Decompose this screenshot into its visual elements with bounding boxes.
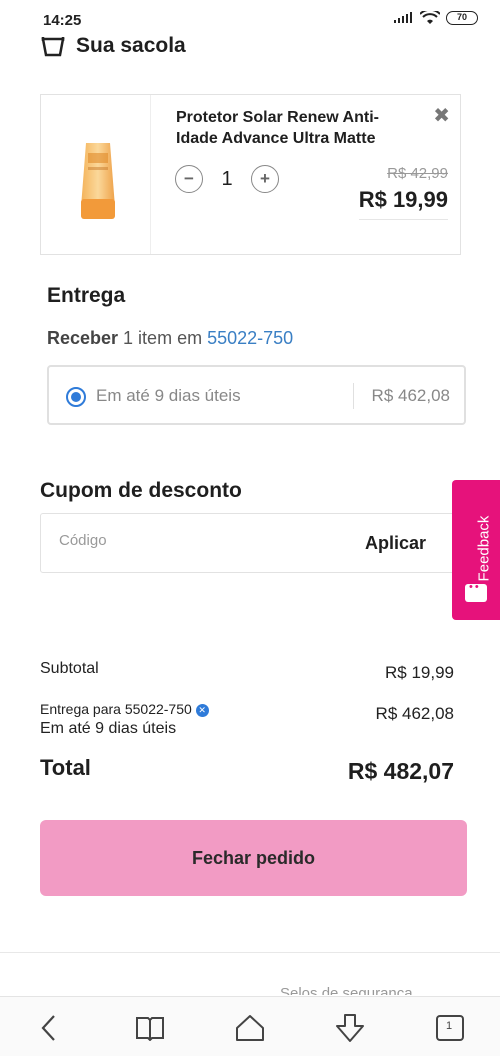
signal-icon [394,12,412,23]
shipping-eta: Em até 9 dias úteis [40,720,177,737]
shipping-label: Entrega para 55022-750 [40,701,192,717]
feedback-face-icon [465,581,487,602]
page-title: Sua sacola [76,34,186,57]
option-divider [353,383,354,409]
cart-item-card: Protetor Solar Renew Anti-Idade Advance … [40,94,461,255]
quantity-stepper: − 1 + [175,165,279,193]
subtotal-value: R$ 19,99 [385,663,454,682]
page-header: Sua sacola [40,34,186,58]
clear-zip-icon[interactable]: ✕ [195,703,209,717]
shipping-value: R$ 462,08 [375,704,454,723]
feedback-tab[interactable]: Feedback [452,480,500,620]
security-seals-heading: Selos de segurança [280,985,413,995]
coupon-code-input[interactable] [59,532,309,549]
delivery-option-label: Em até 9 dias úteis [96,386,241,405]
wifi-icon [420,11,440,24]
tabs-count: 1 [446,1020,453,1032]
battery-icon: 70 [446,11,478,25]
shipping-label-row: Entrega para 55022-750 ✕ [40,701,209,717]
old-price: R$ 42,99 [387,165,448,182]
shopping-bag-icon [41,37,65,57]
tabs-icon[interactable]: 1 [433,1011,467,1045]
product-image[interactable] [41,95,151,254]
checkout-button[interactable]: Fechar pedido [40,820,467,896]
delivery-option-radio[interactable] [66,387,86,407]
total-label: Total [40,755,91,780]
decrease-quantity-button[interactable]: − [175,165,203,193]
download-icon[interactable] [333,1011,367,1045]
feedback-label: Feedback [475,515,493,582]
coupon-box: Aplicar [40,513,461,573]
delivery-option-price: R$ 462,08 [371,386,450,405]
current-price: R$ 19,99 [358,187,448,220]
back-icon[interactable] [32,1011,66,1045]
footer-divider [0,952,500,953]
total-value: R$ 482,07 [347,758,454,784]
receive-label: Receber [47,328,119,348]
status-icons: 70 [394,11,478,25]
status-time: 14:25 [43,12,82,29]
product-name[interactable]: Protetor Solar Renew Anti-Idade Advance … [176,107,406,149]
bookmarks-icon[interactable] [133,1011,167,1045]
coupon-title: Cupom de desconto [40,479,242,502]
remove-item-icon[interactable]: ✖ [433,103,450,128]
delivery-zip-link[interactable]: 55022-750 [207,328,293,348]
quantity-value: 1 [221,167,233,190]
receive-text: 1 item em [118,328,208,348]
delivery-receive-line: Receber 1 item em 55022-750 [47,328,293,349]
delivery-option[interactable]: Em até 9 dias úteis R$ 462,08 [47,365,466,425]
delivery-title: Entrega [47,284,126,307]
increase-quantity-button[interactable]: + [251,165,279,193]
home-icon[interactable] [233,1011,267,1045]
browser-navbar: 1 [0,996,500,1056]
apply-coupon-button[interactable]: Aplicar [365,533,426,554]
subtotal-label: Subtotal [40,660,99,677]
